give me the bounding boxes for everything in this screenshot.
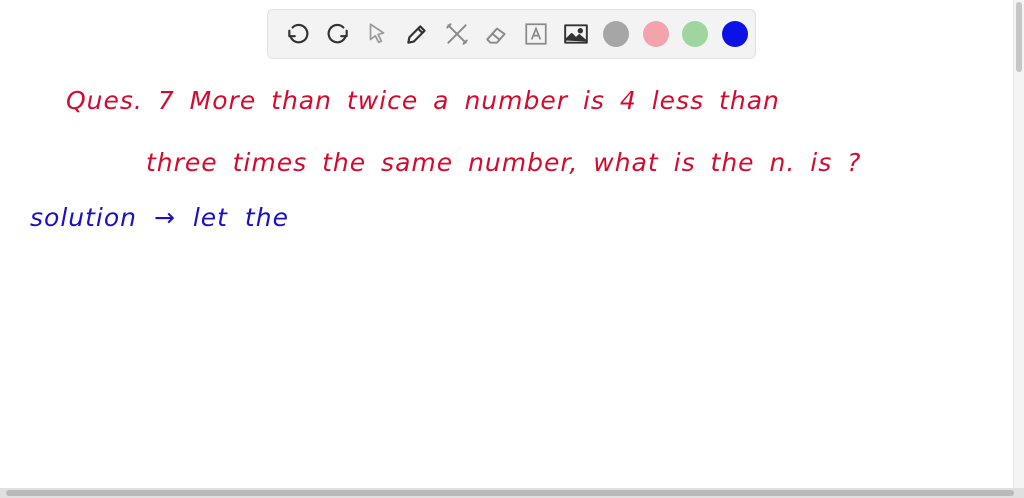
undo-button[interactable] [278, 14, 318, 54]
text-box-icon [525, 23, 547, 45]
image-icon [564, 24, 588, 44]
horizontal-scrollbar-thumb[interactable] [6, 490, 1014, 496]
tools-button[interactable] [437, 14, 477, 54]
color-green-button[interactable] [676, 14, 716, 54]
color-pink-button[interactable] [636, 14, 676, 54]
redo-button[interactable] [318, 14, 358, 54]
select-button[interactable] [358, 14, 398, 54]
handwritten-question-line-2: three times the same number, what is the… [146, 148, 862, 177]
horizontal-scrollbar[interactable] [0, 488, 1024, 498]
tools-icon [446, 23, 468, 45]
handwritten-solution-line: solution → let the [30, 203, 289, 232]
color-swatch-green [682, 21, 709, 47]
select-arrow-icon [370, 23, 385, 44]
color-swatch-pink [642, 21, 669, 47]
image-button[interactable] [556, 14, 596, 54]
vertical-scrollbar-thumb[interactable] [1016, 2, 1022, 72]
color-gray-button[interactable] [596, 14, 636, 54]
color-swatch-gray [602, 21, 629, 47]
undo-icon [288, 23, 309, 44]
text-box-button[interactable] [517, 14, 557, 54]
pen-icon [407, 25, 426, 44]
color-swatch-blue [722, 21, 749, 47]
color-blue-button[interactable] [715, 14, 755, 54]
whiteboard-canvas[interactable]: Ques. 7 More than twice a number is 4 le… [0, 0, 1024, 498]
pen-button[interactable] [397, 14, 437, 54]
drawing-toolbar [267, 9, 756, 59]
vertical-scrollbar[interactable] [1013, 0, 1024, 488]
handwritten-question-line-1: Ques. 7 More than twice a number is 4 le… [66, 86, 780, 115]
eraser-button[interactable] [477, 14, 517, 54]
eraser-icon [485, 27, 506, 44]
redo-icon [327, 23, 348, 44]
